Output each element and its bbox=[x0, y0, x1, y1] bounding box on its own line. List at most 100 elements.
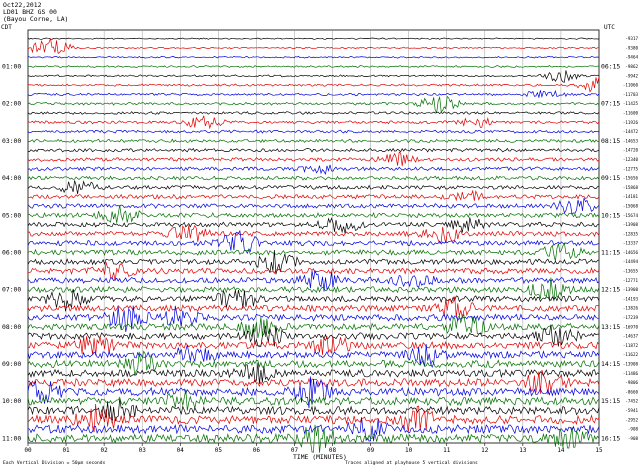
row-mean-label-37: -9806 bbox=[625, 380, 638, 385]
trace-row-10 bbox=[27, 129, 600, 134]
trace-row-13 bbox=[27, 151, 600, 167]
trace-row-14 bbox=[27, 164, 600, 175]
row-mean-label-34: -11622 bbox=[623, 352, 639, 357]
x-tick-label-10: 10 bbox=[405, 447, 413, 454]
row-mean-label-19: -15674 bbox=[623, 213, 639, 218]
trace-row-7 bbox=[27, 95, 600, 114]
trace-row-18 bbox=[27, 197, 600, 216]
row-mean-label-30: -17239 bbox=[623, 315, 639, 320]
trace-row-42 bbox=[27, 417, 600, 442]
row-mean-label-32: -14637 bbox=[623, 334, 639, 339]
left-hour-label-0400: 04:00 bbox=[2, 174, 21, 182]
right-hour-label-1515: 15:15 bbox=[601, 397, 620, 405]
row-mean-label-28: -14193 bbox=[623, 296, 639, 301]
trace-row-17 bbox=[27, 189, 600, 202]
x-tick-label-00: 00 bbox=[24, 447, 32, 454]
right-hour-label-1415: 14:15 bbox=[601, 360, 620, 368]
row-mean-label-31: -16970 bbox=[623, 324, 639, 329]
row-mean-label-16: -15868 bbox=[623, 185, 639, 190]
trace-row-4 bbox=[27, 70, 600, 83]
row-mean-label-27: -13908 bbox=[623, 287, 639, 292]
row-mean-label-5: -11060 bbox=[623, 83, 639, 88]
right-hour-label-1015: 10:15 bbox=[601, 211, 620, 219]
row-mean-label-15: -15656 bbox=[623, 176, 639, 181]
trace-row-6 bbox=[27, 89, 600, 99]
trace-row-5 bbox=[27, 76, 600, 93]
row-mean-label-6: -11703 bbox=[623, 92, 639, 97]
left-hour-label-0500: 05:00 bbox=[2, 211, 21, 219]
right-hour-label-0915: 09:15 bbox=[601, 174, 620, 182]
row-mean-label-25: -13655 bbox=[623, 269, 639, 274]
right-timezone-label: UTC bbox=[604, 24, 615, 31]
trace-row-35 bbox=[27, 350, 600, 376]
left-hour-label-1100: 11:00 bbox=[2, 434, 21, 442]
x-tick-label-04: 04 bbox=[177, 447, 185, 454]
trace-row-2 bbox=[27, 55, 600, 59]
row-mean-label-10: -14472 bbox=[623, 129, 639, 134]
row-mean-label-3: -9862 bbox=[625, 64, 638, 69]
row-mean-label-21: -12835 bbox=[623, 231, 639, 236]
right-hour-label-1615: 16:15 bbox=[601, 434, 620, 442]
row-mean-label-22: -13337 bbox=[623, 241, 639, 246]
right-hour-label-1215: 12:15 bbox=[601, 286, 620, 294]
row-mean-label-13: -12340 bbox=[623, 157, 639, 162]
row-mean-label-29: -13826 bbox=[623, 306, 639, 311]
trace-row-21 bbox=[27, 224, 600, 244]
trace-row-9 bbox=[27, 115, 600, 130]
row-mean-label-8: -11600 bbox=[623, 111, 639, 116]
left-hour-label-1000: 10:00 bbox=[2, 397, 21, 405]
trace-row-0 bbox=[27, 37, 599, 40]
row-mean-label-43: -908 bbox=[628, 436, 639, 441]
right-hour-label-1315: 13:15 bbox=[601, 323, 620, 331]
right-hour-label-0615: 06:15 bbox=[601, 63, 620, 71]
footer-alignment-note: Traces aligned at playhouse 5 vertical d… bbox=[345, 461, 478, 466]
x-tick-label-13: 13 bbox=[519, 447, 527, 454]
row-mean-label-14: -12775 bbox=[623, 166, 639, 171]
row-mean-label-4: -9942 bbox=[625, 73, 638, 78]
row-mean-label-2: -9464 bbox=[625, 55, 638, 60]
x-tick-label-09: 09 bbox=[367, 447, 375, 454]
footer-scale-note: Each Vertical Division = 50µm seconds bbox=[3, 461, 106, 466]
row-mean-label-9: -11926 bbox=[623, 120, 639, 125]
left-hour-label-0900: 09:00 bbox=[2, 360, 21, 368]
trace-row-16 bbox=[27, 180, 600, 194]
trace-row-20 bbox=[27, 217, 600, 234]
row-mean-label-36: -11486 bbox=[623, 371, 639, 376]
row-mean-label-39: -7452 bbox=[625, 399, 638, 404]
x-tick-label-05: 05 bbox=[215, 447, 223, 454]
x-tick-label-01: 01 bbox=[62, 447, 70, 454]
x-tick-label-15: 15 bbox=[595, 447, 603, 454]
x-axis-title: TIME (MINUTES) bbox=[293, 453, 347, 461]
left-hour-label-0700: 07:00 bbox=[2, 286, 21, 294]
row-mean-label-7: -11425 bbox=[623, 101, 639, 106]
row-mean-label-24: -14494 bbox=[623, 259, 639, 264]
row-mean-label-12: -14720 bbox=[623, 148, 639, 153]
row-mean-label-40: -5941 bbox=[625, 408, 638, 413]
row-mean-label-20: -13908 bbox=[623, 222, 639, 227]
row-mean-label-11: -14653 bbox=[623, 138, 639, 143]
row-mean-label-33: -11872 bbox=[623, 343, 639, 348]
x-tick-label-02: 02 bbox=[101, 447, 109, 454]
row-mean-label-0: -9317 bbox=[625, 36, 638, 41]
right-hour-label-1115: 11:15 bbox=[601, 248, 620, 256]
right-hour-label-0715: 07:15 bbox=[601, 100, 620, 108]
row-mean-label-23: -14656 bbox=[623, 250, 639, 255]
x-tick-label-12: 12 bbox=[481, 447, 489, 454]
x-tick-label-06: 06 bbox=[253, 447, 261, 454]
row-mean-label-41: -2952 bbox=[625, 417, 638, 422]
row-mean-label-1: -9380 bbox=[625, 45, 638, 50]
row-mean-label-17: -14181 bbox=[623, 194, 639, 199]
header-location: (Bayou Corne, LA) bbox=[3, 15, 69, 23]
trace-row-28 bbox=[27, 288, 600, 312]
left-timezone-label: CDT bbox=[1, 24, 12, 31]
left-hour-label-0100: 01:00 bbox=[2, 63, 21, 71]
row-mean-label-18: -15068 bbox=[623, 203, 639, 208]
helicorder-plot: 00 01 02 03 04 05 06 07 08 09 10 11 12 13 14 15-9317-93… bbox=[2, 29, 639, 454]
x-tick-label-03: 03 bbox=[139, 447, 147, 454]
trace-row-33 bbox=[27, 336, 600, 356]
left-hour-label-0600: 06:00 bbox=[2, 248, 21, 256]
x-tick-label-14: 14 bbox=[557, 447, 565, 454]
row-mean-label-42: -908 bbox=[628, 427, 639, 432]
trace-row-11 bbox=[28, 138, 600, 144]
trace-row-3 bbox=[27, 65, 600, 68]
